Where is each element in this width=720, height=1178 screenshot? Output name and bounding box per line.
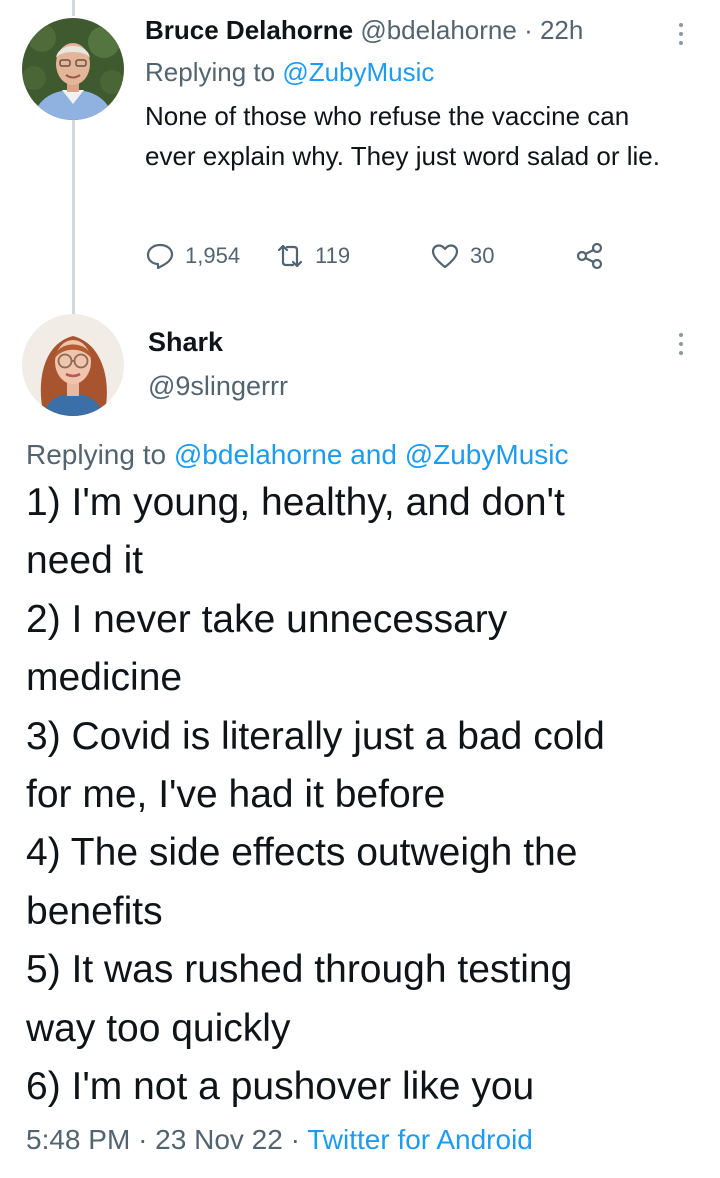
tweet-text-line: way too quickly: [26, 1006, 291, 1050]
replying-prefix: Replying to: [145, 57, 276, 87]
tweet-date[interactable]: 23 Nov 22: [155, 1124, 283, 1155]
thread-connector: [72, 118, 75, 318]
tweet-actions: 1,954 119 30: [145, 236, 625, 276]
reply-tweet[interactable]: Bruce Delahorne @bdelahorne · 22h Replyi…: [145, 14, 705, 176]
mention-link[interactable]: @ZubyMusic: [405, 439, 569, 470]
tweet-text-line: for me, I've had it before: [26, 773, 446, 817]
separator-dot: ·: [138, 1124, 148, 1155]
share-icon: [576, 242, 603, 270]
tweet-time[interactable]: 22h: [540, 15, 583, 45]
author-handle[interactable]: @9slingerrr: [148, 368, 288, 404]
tweet-text-line: 2) I never take unnecessary: [26, 597, 508, 641]
tweet-text-line: 1) I'm young, healthy, and don't: [26, 481, 565, 524]
author-name[interactable]: Shark: [148, 324, 223, 360]
tweet-metadata: 5:48 PM · 23 Nov 22 · Twitter for Androi…: [26, 1122, 533, 1158]
avatar[interactable]: [22, 18, 124, 120]
avatar[interactable]: [22, 314, 124, 416]
tweet-time[interactable]: 5:48 PM: [26, 1124, 130, 1155]
replying-to: Replying to @bdelahorne and @ZubyMusic: [26, 436, 569, 474]
separator-dot: ·: [290, 1124, 300, 1155]
tweet-text: 1) I'm young, healthy, and don't need it…: [26, 474, 706, 1116]
more-options-icon[interactable]: [671, 20, 691, 48]
tweet-text-line: need it: [26, 539, 144, 583]
replying-prefix: Replying to: [26, 439, 167, 470]
separator-dot: ·: [524, 15, 533, 45]
mention-link[interactable]: @bdelahorne: [174, 439, 343, 470]
more-options-icon[interactable]: [671, 330, 691, 358]
tweet-text-line: benefits: [26, 889, 163, 933]
replying-joiner[interactable]: and: [350, 439, 397, 470]
tweet-text-line: 5) It was rushed through testing: [26, 948, 573, 992]
replying-to: Replying to @ZubyMusic: [145, 56, 705, 88]
tweet-text: None of those who refuse the vaccine can…: [145, 101, 660, 171]
reply-icon: [146, 243, 174, 270]
retweet-icon: [277, 244, 303, 268]
author-name[interactable]: Bruce Delahorne: [145, 15, 353, 45]
reply-button[interactable]: 1,954: [145, 236, 240, 276]
share-button[interactable]: [575, 236, 605, 276]
profile-photo-woman-icon: [22, 314, 124, 416]
thread-connector-top: [72, 0, 75, 16]
retweet-button[interactable]: 119: [275, 236, 350, 276]
author-handle[interactable]: @bdelahorne: [360, 15, 517, 45]
tweet-source-link[interactable]: Twitter for Android: [307, 1124, 533, 1155]
mention-link[interactable]: @ZubyMusic: [282, 57, 434, 87]
retweet-count: 119: [315, 243, 351, 268]
like-count: 30: [470, 243, 495, 268]
like-button[interactable]: 30: [430, 236, 494, 276]
tweet-text-line: 3) Covid is literally just a bad cold: [26, 714, 605, 758]
profile-photo-man-icon: [22, 18, 124, 120]
tweet-header: Bruce Delahorne @bdelahorne · 22h: [145, 14, 705, 46]
like-icon: [431, 244, 459, 269]
tweet-text-line: 4) The side effects outweigh the: [26, 831, 578, 875]
tweet-text-line: 6) I'm not a pushover like you: [26, 1065, 535, 1109]
reply-count: 1,954: [185, 243, 241, 268]
tweet-thread-screenshot: Bruce Delahorne @bdelahorne · 22h Replyi…: [0, 0, 720, 1178]
tweet-text-line: medicine: [26, 656, 183, 700]
